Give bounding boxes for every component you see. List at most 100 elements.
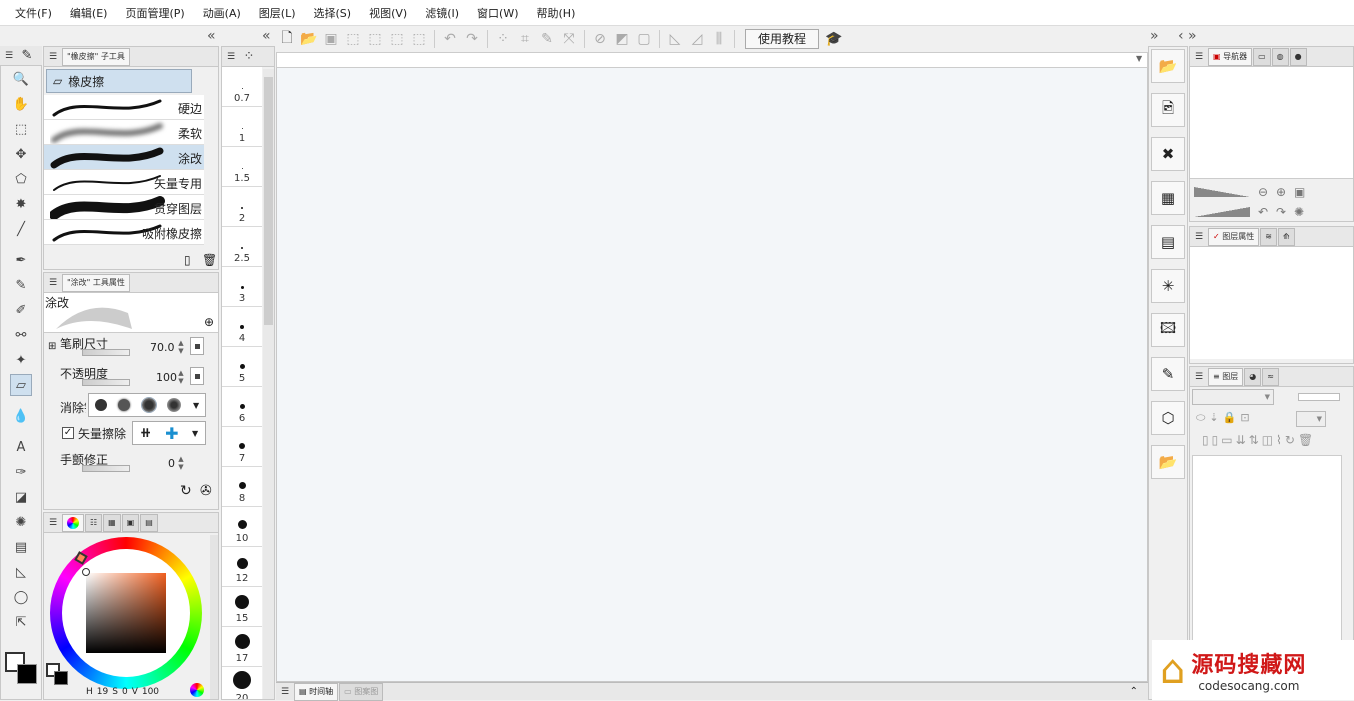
intermediate-color-tab[interactable]: ▦ xyxy=(103,513,121,532)
canvas-dropdown-icon[interactable]: ▼ xyxy=(1136,54,1142,63)
saturation-value-square[interactable] xyxy=(86,573,166,653)
antialias-weak-icon[interactable] xyxy=(118,399,131,411)
search-layer-tab[interactable]: ≋ xyxy=(1260,227,1277,246)
lock-icon[interactable]: 🔒 xyxy=(1223,411,1237,425)
second-bottom-tab[interactable]: ▭ 图案图 xyxy=(339,682,384,701)
auto-select-icon[interactable]: ✸ xyxy=(10,193,32,215)
canvas-top-scroll[interactable] xyxy=(276,52,1148,68)
subtool-item[interactable]: 硬边 xyxy=(44,95,204,120)
sel-b-icon[interactable]: ⬚ xyxy=(364,31,386,47)
brush-size-item[interactable]: 10 xyxy=(222,507,262,547)
preview-zoom-icon[interactable]: ⊕ xyxy=(204,315,214,329)
info-tab[interactable]: ◍ xyxy=(1271,47,1289,66)
blend-mode-select[interactable]: ▼ xyxy=(1192,389,1274,405)
menu-item[interactable]: 帮助(H) xyxy=(528,5,585,21)
collapse-mid-icon[interactable]: « xyxy=(262,28,271,44)
sel-c-icon[interactable]: ⬚ xyxy=(386,31,408,47)
fill-icon[interactable]: 💧 xyxy=(10,405,32,427)
brush-size-scrollbar[interactable] xyxy=(263,69,274,699)
layer-color-select[interactable]: ▼ xyxy=(1296,411,1326,427)
expand-icon[interactable]: ⊞ xyxy=(48,341,56,352)
cut-icon[interactable]: ⊘ xyxy=(589,31,611,47)
material-pen-icon[interactable]: ✎ xyxy=(1151,357,1185,391)
brush-size-item[interactable]: 6 xyxy=(222,387,262,427)
layers-tab[interactable]: ≡ 图层 xyxy=(1208,367,1244,386)
brush-size-item[interactable]: 2 xyxy=(222,187,262,227)
rotate-view-icon[interactable]: ⬚ xyxy=(10,118,32,140)
delete-subtool-icon[interactable]: 🗑 xyxy=(202,253,217,267)
rotate-right-icon[interactable]: ↷ xyxy=(1276,205,1286,219)
brush-size-item[interactable]: 0.7 xyxy=(222,67,262,107)
brush-icon[interactable]: ✐ xyxy=(10,299,32,321)
subtool-item[interactable]: 涂改 xyxy=(44,145,204,170)
ref-layer-icon[interactable]: ⇣ xyxy=(1209,411,1218,425)
material-folder-icon[interactable]: 📂 xyxy=(1151,49,1185,83)
new-icon[interactable]: 🗋 xyxy=(276,27,298,51)
expand-far-right-icon[interactable]: » xyxy=(1188,28,1197,44)
antialias-dropdown-icon[interactable]: ▼ xyxy=(193,401,199,410)
menu-item[interactable]: 窗口(W) xyxy=(468,5,527,21)
menu-item[interactable]: 视图(V) xyxy=(360,5,416,21)
fill-sel-icon[interactable]: ◩ xyxy=(611,31,633,47)
material-3d-icon[interactable]: ⬡ xyxy=(1151,401,1185,435)
vector-erase-options[interactable]: ⧺ ✚ ▼ xyxy=(132,421,206,445)
brush-size-stepper[interactable]: ▲ ▼ xyxy=(176,339,186,355)
brush-size-item[interactable]: 1 xyxy=(222,107,262,147)
menu-item[interactable]: 编辑(E) xyxy=(61,5,117,21)
menu-item[interactable]: 图层(L) xyxy=(250,5,305,21)
text-icon[interactable]: A xyxy=(10,436,32,458)
brush-size-item[interactable]: 8 xyxy=(222,467,262,507)
sv-marker[interactable] xyxy=(82,568,90,576)
color-mode-icon[interactable] xyxy=(190,683,204,697)
vector-erase-dropdown-icon[interactable]: ▼ xyxy=(192,429,198,438)
correction-icon[interactable]: ✑ xyxy=(10,461,32,483)
vector-erase-checkbox[interactable]: ✓ xyxy=(62,427,74,439)
reset-icon[interactable]: ↻ xyxy=(180,483,192,499)
eraser-tool-icon[interactable]: ▱ xyxy=(10,374,32,396)
collapse-left-icon[interactable]: « xyxy=(207,28,216,44)
menu-item[interactable]: 动画(A) xyxy=(194,5,250,21)
material-checker-icon[interactable]: ▦ xyxy=(1151,181,1185,215)
decoration-icon[interactable]: ✦ xyxy=(10,349,32,371)
stabilize-value[interactable]: 0 xyxy=(168,457,175,470)
redo-icon[interactable]: ↷ xyxy=(461,31,483,47)
brush-size-item[interactable]: 15 xyxy=(222,587,262,627)
color-wheel-tab[interactable] xyxy=(62,513,84,532)
subtool-item[interactable]: 贯穿图层 xyxy=(44,195,204,220)
color-history-tab[interactable]: ▤ xyxy=(140,513,158,532)
brush-size-item[interactable]: 7 xyxy=(222,427,262,467)
clip-icon[interactable]: ↻ xyxy=(1285,433,1295,447)
brush-size-slider[interactable] xyxy=(82,349,130,356)
open-icon[interactable]: 📂 xyxy=(298,31,320,47)
stabilize-slider[interactable] xyxy=(82,465,130,472)
ruler-b-icon[interactable]: ◿ xyxy=(686,31,708,47)
fit-icon[interactable]: ▣ xyxy=(1294,185,1305,199)
pen-tool-icon[interactable]: ✒ xyxy=(10,249,32,271)
combine-down-icon[interactable]: ⇅ xyxy=(1249,433,1259,447)
erase-intersect-icon[interactable]: ✚ xyxy=(165,424,178,443)
operation-icon[interactable]: ⇱ xyxy=(10,611,32,633)
material-x-icon[interactable]: ✖ xyxy=(1151,137,1185,171)
brush-size-item[interactable]: 2.5 xyxy=(222,227,262,267)
opacity-value[interactable]: 100 xyxy=(156,371,177,384)
color-set-tab[interactable]: ☷ xyxy=(85,513,103,532)
layer-props-tab[interactable]: ✓ 图层属性 xyxy=(1208,227,1260,246)
layer-3d-tab[interactable]: ≈ xyxy=(1262,367,1279,386)
ruler-icon[interactable]: ⌇ xyxy=(1276,433,1282,447)
reset-rotate-icon[interactable]: ✺ xyxy=(1294,205,1304,219)
subtool-item[interactable]: 矢量专用 xyxy=(44,170,204,195)
menu-item[interactable]: 页面管理(P) xyxy=(116,5,193,21)
scatter-icon[interactable]: ⁘ xyxy=(492,31,514,47)
new-folder-icon[interactable]: ▭ xyxy=(1221,433,1232,447)
hand-icon[interactable]: ✋ xyxy=(10,93,32,115)
zoom-icon[interactable]: 🔍 xyxy=(10,68,32,90)
navigator-tab[interactable]: ▣ 导航器 xyxy=(1208,47,1253,66)
transform-icon[interactable]: ⌗ xyxy=(514,31,536,47)
transfer-down-icon[interactable]: ⇊ xyxy=(1236,433,1246,447)
rotate-left-icon[interactable]: ↶ xyxy=(1258,205,1268,219)
collapse-right2-icon[interactable]: ‹ xyxy=(1178,28,1184,44)
palette-icon[interactable]: ⬭ xyxy=(1196,411,1205,425)
collapse-right-icon[interactable]: » xyxy=(1150,28,1159,44)
stabilize-stepper[interactable]: ▲ ▼ xyxy=(176,455,186,471)
brush-size-item[interactable]: 17 xyxy=(222,627,262,667)
